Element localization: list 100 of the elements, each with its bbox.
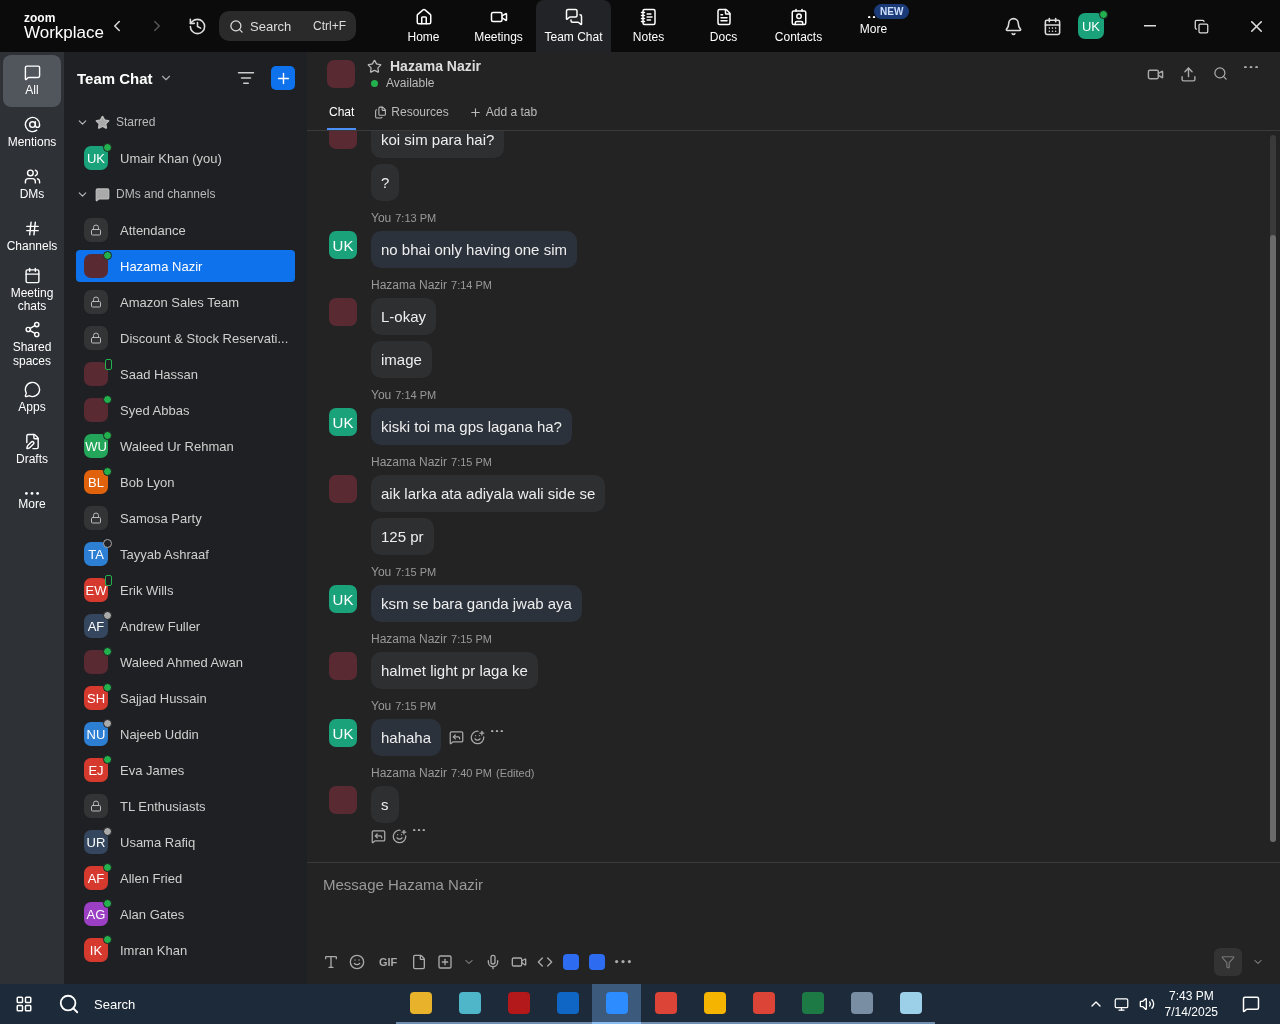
notifications-icon[interactable] [1242, 995, 1260, 1013]
more-icon[interactable] [491, 730, 504, 733]
code-icon[interactable] [537, 954, 554, 970]
conversation-item[interactable]: Attendance [76, 214, 295, 246]
star-icon[interactable] [367, 58, 382, 74]
star-icon [95, 114, 110, 130]
conversation-item[interactable]: AG Alan Gates [76, 898, 295, 930]
rail-item[interactable]: Apps [3, 371, 61, 424]
nav-tab[interactable]: Docs [686, 0, 761, 52]
app-icon[interactable] [589, 954, 606, 970]
search-icon [229, 18, 244, 34]
message-time: 7:15 PM [451, 456, 492, 468]
gif-button[interactable]: GIF [375, 952, 402, 972]
rail-item[interactable]: Mentions [3, 107, 61, 159]
text-format-icon[interactable] [323, 954, 339, 970]
rail-item[interactable]: DMs [3, 159, 61, 211]
filter-icon[interactable] [237, 69, 255, 87]
conversation-item[interactable]: Waleed Ahmed Awan [76, 646, 295, 678]
add-reaction-icon[interactable] [470, 730, 486, 745]
rail-item[interactable]: Channels [3, 211, 61, 263]
add-button[interactable] [271, 66, 295, 90]
message-bubble: s [371, 786, 399, 823]
rail-item[interactable]: More [3, 475, 61, 528]
conversation-item[interactable]: NU Najeeb Uddin [76, 718, 295, 750]
section-header[interactable]: DMs and channels [76, 176, 295, 212]
search-icon [58, 993, 80, 1015]
search-icon[interactable] [1213, 65, 1228, 81]
conversation-item[interactable]: Saad Hassan [76, 358, 295, 390]
nav-tab[interactable]: Contacts [761, 0, 836, 52]
home-icon [414, 8, 433, 26]
more-icon[interactable] [1244, 65, 1258, 69]
more-icon[interactable] [615, 960, 632, 964]
message-bubble: ? [371, 164, 400, 201]
app-icon [458, 992, 481, 1014]
nav-tab[interactable]: Home [386, 0, 461, 52]
nav-tab[interactable]: NEW More [836, 0, 911, 52]
conversation-item[interactable]: Syed Abbas [76, 394, 295, 426]
conversation-item[interactable]: UK Umair Khan (you) [76, 142, 295, 174]
more-icon[interactable] [413, 829, 425, 832]
conversation-item[interactable]: WU Waleed Ur Rehman [76, 430, 295, 462]
search-placeholder: Search [250, 18, 292, 34]
search-field[interactable]: Search Ctrl+F [219, 11, 356, 41]
folder-icon [409, 992, 432, 1014]
new-badge: NEW [874, 4, 910, 19]
send-button[interactable] [1214, 948, 1242, 976]
at-sign-icon [23, 116, 41, 134]
conversation-item[interactable]: TL Enthusiasts [76, 790, 295, 822]
conversation-item[interactable]: IK Imran Khan [76, 934, 295, 966]
lock-icon [90, 296, 102, 308]
rail-item[interactable]: Drafts [3, 423, 61, 476]
reply-icon[interactable] [371, 829, 386, 844]
rail-item[interactable]: Shared spaces [3, 317, 61, 372]
rail-item[interactable]: Meeting chats [3, 263, 61, 318]
conversation-item[interactable]: TA Tayyab Ashraaf [76, 538, 295, 570]
chat-tab[interactable]: Resources [372, 96, 451, 130]
conversation-item[interactable]: BL Bob Lyon [76, 466, 295, 498]
conversation-item[interactable]: Discount & Stock Reservati... [76, 322, 295, 354]
conversation-item[interactable]: AF Andrew Fuller [76, 610, 295, 642]
conversation-item[interactable]: Amazon Sales Team [76, 286, 295, 318]
file-icon[interactable] [411, 954, 428, 970]
sender-name: You [371, 211, 392, 225]
rail-item[interactable]: All [3, 55, 61, 107]
screenshot-icon[interactable] [437, 954, 454, 970]
nav-tab[interactable]: Meetings [461, 0, 536, 52]
conversation-item[interactable]: UR Usama Rafiq [76, 826, 295, 858]
avatar: UK [329, 719, 357, 747]
nav-tab[interactable]: Team Chat [536, 0, 611, 52]
spreadsheet-icon [801, 992, 824, 1014]
conversation-item[interactable]: AF Allen Fried [76, 862, 295, 894]
browser-icon [752, 992, 775, 1014]
volume-icon[interactable] [1138, 996, 1155, 1012]
app-icon[interactable] [563, 954, 580, 970]
message-bubble: hahaha [371, 719, 442, 756]
nav-tab[interactable]: Notes [611, 0, 686, 52]
section-header[interactable]: Starred [76, 104, 295, 140]
network-icon[interactable] [1113, 996, 1129, 1012]
conversation-item[interactable]: EW Erik Wills [76, 574, 295, 606]
sender-name: Hazama Nazir [371, 455, 448, 469]
conversation-item[interactable]: Samosa Party [76, 502, 295, 534]
sidebar-title[interactable]: Team Chat [77, 69, 153, 87]
history-icon [188, 16, 207, 36]
scrollbar[interactable] [1270, 135, 1276, 842]
edit-document-icon [23, 433, 41, 451]
message-input[interactable]: Message Hazama Nazir [323, 873, 1264, 895]
restore-icon [1194, 18, 1209, 34]
add-reaction-icon[interactable] [392, 829, 407, 844]
reply-icon[interactable] [449, 730, 465, 745]
conversation-item[interactable]: SH Sajjad Hussain [76, 682, 295, 714]
dots-icon[interactable] [25, 492, 39, 496]
video-camera-icon[interactable] [511, 954, 528, 970]
conversation-item[interactable]: EJ Eva James [76, 754, 295, 786]
presence-indicator [1099, 10, 1108, 19]
chat-tab[interactable]: Add a tab [466, 96, 540, 130]
share-screen-icon[interactable] [1180, 65, 1197, 83]
message-time: 7:15 PM [395, 566, 437, 578]
conversation-item[interactable]: Hazama Nazir [76, 250, 295, 282]
chat-bubbles-icon [564, 8, 583, 26]
emoji-icon[interactable] [349, 954, 365, 970]
message-bubble: no bhai only having one sim [371, 231, 577, 268]
taskbar-search[interactable]: Search [48, 984, 328, 1024]
